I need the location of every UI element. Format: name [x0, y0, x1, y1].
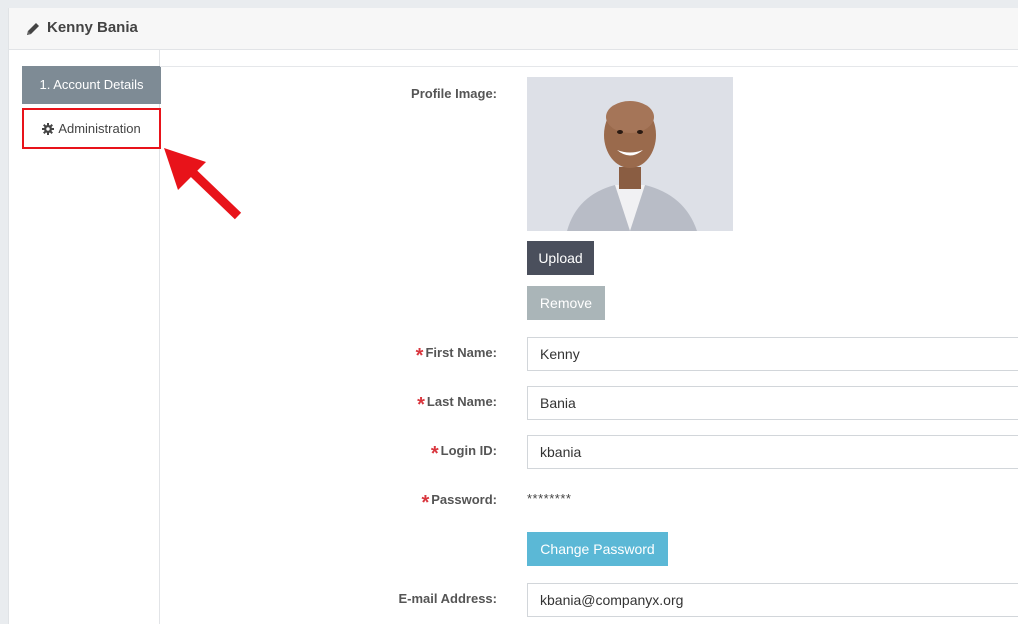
password-label: * Password: [421, 492, 497, 513]
profile-image [527, 77, 733, 231]
annotation-arrow-icon [164, 148, 242, 220]
page-title: Kenny Bania [47, 19, 138, 36]
password-value: ******** [527, 491, 572, 506]
tab-account-details[interactable]: 1. Account Details [22, 66, 161, 104]
card-header: Kenny Bania [9, 8, 1018, 50]
login-id-field[interactable] [527, 435, 1018, 469]
first-name-label: * First Name: [416, 345, 497, 366]
tab-label: Administration [58, 121, 141, 136]
remove-button[interactable]: Remove [527, 286, 605, 320]
required-star: * [430, 443, 439, 465]
pencil-icon [27, 23, 39, 35]
content-divider [160, 66, 1018, 67]
remove-button-label: Remove [539, 295, 593, 311]
required-star: * [417, 394, 425, 416]
password-label-text: Password: [431, 492, 497, 507]
change-password-button[interactable]: Change Password [527, 532, 668, 566]
sidebar: 1. Account Details Administration [9, 50, 161, 624]
required-star: * [421, 492, 430, 514]
first-name-label-text: First Name: [425, 345, 497, 360]
login-id-label: * Login ID: [431, 443, 497, 464]
first-name-field[interactable] [527, 337, 1018, 371]
last-name-field[interactable] [527, 386, 1018, 420]
email-field[interactable] [527, 583, 1018, 617]
tab-administration[interactable]: Administration [22, 108, 161, 149]
profile-image-label: Profile Image: [411, 86, 497, 101]
gear-icon [42, 122, 55, 135]
last-name-label-text: Last Name: [426, 394, 497, 409]
login-id-label-text: Login ID: [440, 443, 497, 458]
tab-label: 1. Account Details [39, 77, 144, 92]
required-star: * [415, 345, 424, 367]
account-card: Kenny Bania 1. Account Details Administr… [8, 8, 1018, 624]
last-name-label: * Last Name: [417, 394, 497, 415]
upload-button[interactable]: Upload [527, 241, 594, 275]
upload-button-label: Upload [538, 250, 583, 266]
change-password-button-label: Change Password [540, 541, 655, 557]
email-label: E-mail Address: [398, 591, 498, 606]
